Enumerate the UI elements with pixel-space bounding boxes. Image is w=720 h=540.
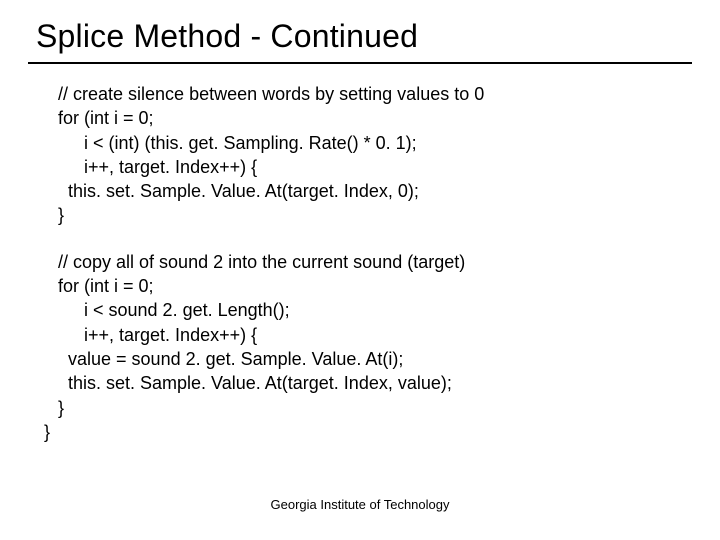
slide-title: Splice Method - Continued: [36, 18, 418, 55]
slide-body: // create silence between words by setti…: [58, 82, 678, 444]
title-underline: [28, 62, 692, 64]
footer-text: Georgia Institute of Technology: [0, 497, 720, 512]
code-line: for (int i = 0;: [58, 106, 678, 130]
code-line: // copy all of sound 2 into the current …: [58, 250, 678, 274]
code-line: i++, target. Index++) {: [58, 155, 678, 179]
code-line: i++, target. Index++) {: [58, 323, 678, 347]
code-line: this. set. Sample. Value. At(target. Ind…: [58, 179, 678, 203]
code-line: i < (int) (this. get. Sampling. Rate() *…: [58, 131, 678, 155]
code-block-1: // create silence between words by setti…: [58, 82, 678, 228]
code-line: i < sound 2. get. Length();: [58, 298, 678, 322]
code-line: // create silence between words by setti…: [58, 82, 678, 106]
code-line: value = sound 2. get. Sample. Value. At(…: [58, 347, 678, 371]
code-line: this. set. Sample. Value. At(target. Ind…: [58, 371, 678, 395]
code-line: }: [58, 396, 678, 420]
code-line: }: [58, 203, 678, 227]
code-line: }: [44, 420, 678, 444]
code-line: for (int i = 0;: [58, 274, 678, 298]
slide: Splice Method - Continued // create sile…: [0, 0, 720, 540]
code-block-2: // copy all of sound 2 into the current …: [58, 250, 678, 444]
